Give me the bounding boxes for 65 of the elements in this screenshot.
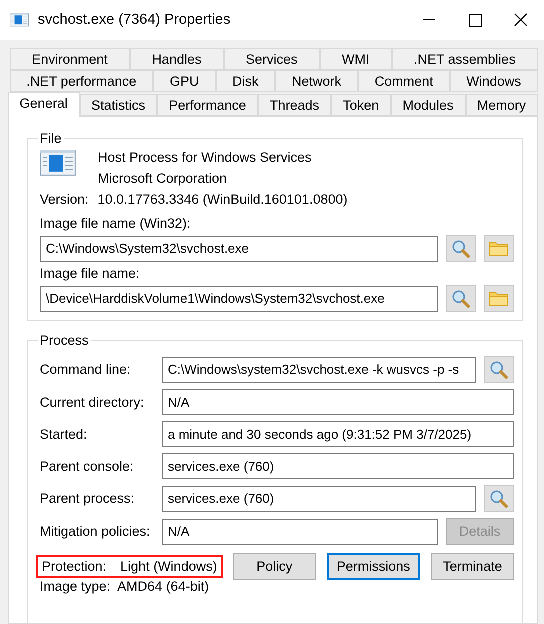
value-field[interactable]: C:\Windows\system32\svchost.exe -k wusvcs -p -s [162, 356, 476, 382]
search-icon [452, 240, 470, 258]
field-label: Image file name (Win32): [40, 216, 192, 231]
tab[interactable]: Modules [390, 94, 466, 116]
search-icon [490, 360, 508, 378]
search-button[interactable] [484, 485, 514, 512]
tab[interactable]: .NET performance [10, 70, 154, 92]
value-field[interactable]: N/A [162, 389, 514, 415]
field-label: Started: [40, 426, 88, 442]
tab[interactable]: Environment [10, 48, 130, 70]
open-folder-button[interactable] [484, 285, 514, 312]
group-title: Process [39, 333, 90, 348]
folder-icon [489, 240, 509, 256]
action-button[interactable]: Terminate [431, 553, 514, 580]
group-title: File [39, 131, 63, 146]
open-folder-button[interactable] [484, 235, 514, 262]
search-button[interactable] [484, 356, 514, 383]
value-field[interactable]: services.exe (760) [162, 453, 514, 479]
folder-icon [489, 290, 509, 306]
tab[interactable]: Token [331, 94, 391, 116]
minimize-icon [423, 19, 435, 21]
window-icon [10, 13, 29, 27]
tab[interactable]: Disk [216, 70, 276, 92]
maximize-icon [468, 14, 482, 26]
path-field[interactable]: C:\Windows\System32\svchost.exe [40, 236, 438, 262]
search-icon [452, 290, 470, 308]
field-label: Mitigation policies: [40, 524, 152, 539]
tab[interactable]: Performance [157, 94, 258, 116]
image-type-label: Image type: [40, 579, 111, 594]
field-label: Command line: [40, 362, 132, 377]
company-name: Microsoft Corporation [98, 171, 228, 186]
field-label: Image file name: [40, 266, 141, 281]
field-label: Current directory: [40, 394, 146, 410]
tab[interactable]: GPU [153, 70, 216, 92]
search-button[interactable] [446, 235, 476, 262]
protection-label: Protection: [42, 559, 107, 574]
path-field[interactable]: \Device\HarddiskVolume1\Windows\System32\svchost.exe [40, 286, 438, 312]
application-icon [40, 150, 76, 176]
tab[interactable]: Memory [466, 94, 538, 116]
action-button[interactable]: Permissions [326, 553, 420, 580]
tab[interactable]: Services [224, 48, 320, 70]
file-description: Host Process for Windows Services [98, 150, 312, 165]
tab[interactable]: WMI [320, 48, 392, 70]
value-field[interactable]: a minute and 30 seconds ago (9:31:52 PM 3/7/2025) [162, 421, 514, 447]
version-label: Version: [40, 192, 89, 207]
protection-value: Light (Windows) [120, 559, 218, 574]
field-label: Parent process: [40, 491, 136, 506]
search-icon [490, 490, 508, 508]
close-icon [514, 13, 528, 27]
value-field[interactable]: N/A [162, 518, 438, 544]
tab[interactable]: Network [275, 70, 358, 92]
tab[interactable]: Windows [450, 70, 538, 92]
tab[interactable]: Statistics [80, 94, 158, 116]
tab[interactable]: General [8, 92, 80, 117]
action-button[interactable]: Policy [233, 553, 316, 580]
window-title: svchost.exe (7364) Properties [38, 12, 232, 28]
image-type-value: AMD64 (64-bit) [118, 579, 210, 594]
version-value: 10.0.17763.3346 (WinBuild.160101.0800) [98, 192, 348, 207]
tab[interactable]: Comment [358, 70, 450, 92]
tab[interactable]: Handles [130, 48, 224, 70]
search-button[interactable] [446, 285, 476, 312]
tab[interactable]: .NET assemblies [392, 48, 538, 70]
tab[interactable]: Threads [258, 94, 332, 116]
field-label: Parent console: [40, 458, 135, 474]
value-field[interactable]: services.exe (760) [162, 486, 476, 512]
